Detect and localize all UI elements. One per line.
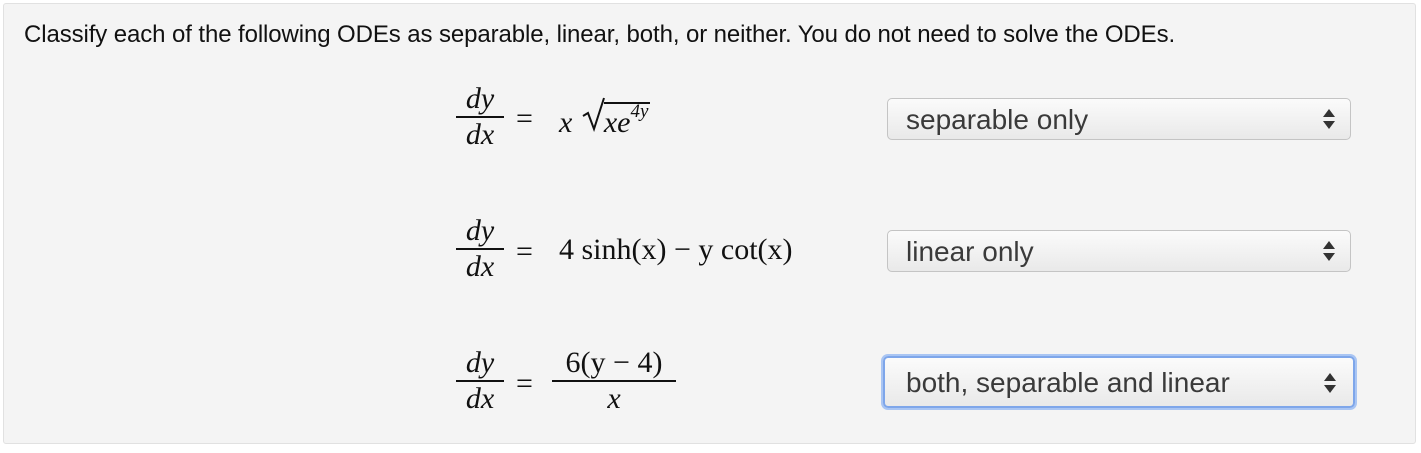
fraction-denominator: dx: [465, 382, 495, 415]
fraction-numerator: dy: [465, 346, 495, 379]
question-panel: Classify each of the following ODEs as s…: [3, 3, 1416, 444]
radical-sign-icon: [582, 97, 605, 132]
rhs-numerator: 6(y − 4): [565, 346, 663, 379]
derivative-fraction: dy dx: [456, 82, 504, 152]
selected-value: separable only: [906, 104, 1089, 135]
rhs-variable: x: [559, 106, 573, 139]
rhs-fraction: 6(y − 4) x: [552, 346, 676, 416]
ode-rhs: 4 sinh(x) − y cot(x): [559, 233, 793, 266]
exponent: 4y: [630, 101, 649, 122]
radicand: xe: [603, 106, 631, 139]
derivative-fraction: dy dx: [456, 214, 504, 284]
equals-sign: =: [516, 367, 533, 400]
fraction-numerator: dy: [465, 82, 495, 115]
selected-value: linear only: [906, 236, 1034, 267]
classification-select-2[interactable]: linear only: [887, 230, 1351, 272]
question-prompt: Classify each of the following ODEs as s…: [24, 21, 1176, 48]
fraction-numerator: dy: [465, 214, 495, 247]
fraction-denominator: dx: [465, 250, 495, 283]
up-down-chevron-icon: [1322, 108, 1336, 130]
classification-select-1[interactable]: separable only: [887, 98, 1351, 140]
square-root: xe4y: [580, 97, 651, 139]
up-down-chevron-icon: [1323, 372, 1337, 394]
equals-sign: =: [516, 235, 533, 268]
selected-value: both, separable and linear: [906, 367, 1230, 398]
rhs-denominator: x: [607, 382, 621, 415]
derivative-fraction: dy dx: [456, 346, 504, 416]
fraction-denominator: dx: [465, 118, 495, 151]
ode-rhs: x xe4y: [559, 97, 651, 139]
equals-sign: =: [516, 102, 533, 135]
up-down-chevron-icon: [1322, 240, 1336, 262]
classification-select-3[interactable]: both, separable and linear: [883, 356, 1355, 408]
